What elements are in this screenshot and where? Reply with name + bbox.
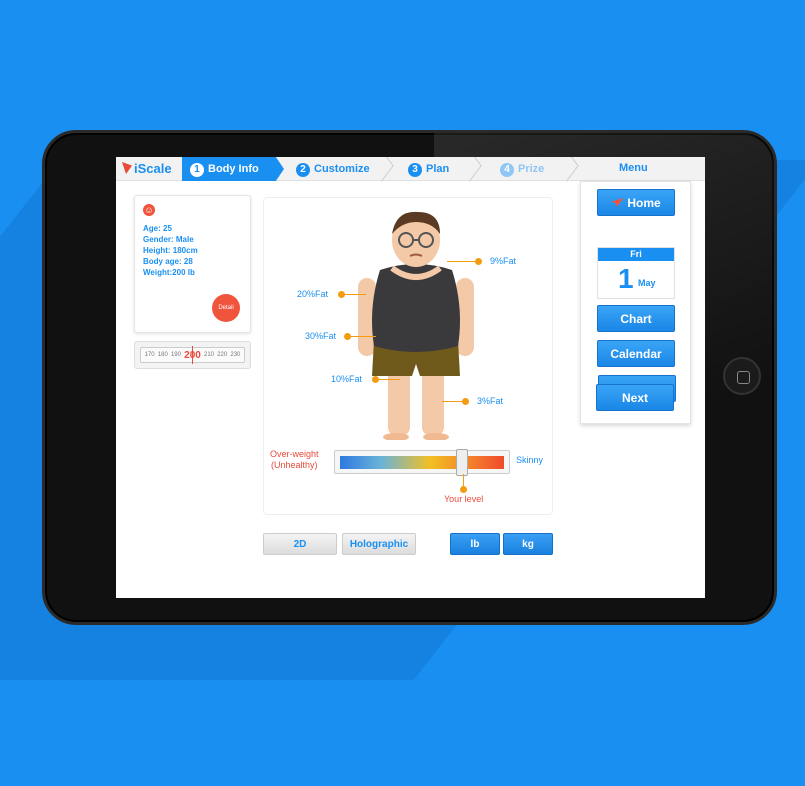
your-level-label: Your level xyxy=(444,494,484,504)
step-label: Customize xyxy=(314,163,370,175)
calendar-button[interactable]: Calendar xyxy=(597,340,675,367)
ruler-tick: 170 xyxy=(144,352,155,358)
step-customize[interactable]: 2 Customize xyxy=(288,157,370,181)
callout-30-fat: 30%Fat xyxy=(305,331,337,341)
view-holographic-button[interactable]: Holographic xyxy=(342,533,416,555)
step-label: Plan xyxy=(426,163,450,175)
callout-dot xyxy=(475,258,482,265)
step-number: 2 xyxy=(296,163,310,177)
skinny-label: Skinny xyxy=(516,455,544,465)
weight-ruler[interactable]: 170 180 190 200 210 220 230 xyxy=(134,341,251,369)
callout-line xyxy=(378,379,400,380)
smiley-icon: ☺ xyxy=(143,204,155,216)
step-separator xyxy=(559,157,579,182)
unit-kg-button[interactable]: kg xyxy=(503,533,553,555)
calendar-weekday: Fri xyxy=(598,248,674,261)
home-button[interactable]: Home xyxy=(597,189,675,216)
step-label: Body Info xyxy=(208,163,259,175)
ruler-tick: 230 xyxy=(230,352,241,358)
profile-body-age: Body age: 28 xyxy=(143,257,193,266)
callout-line xyxy=(442,401,464,402)
level-pointer-dot xyxy=(460,486,467,493)
tablet-home-button[interactable] xyxy=(723,357,761,395)
step-plan[interactable]: 3 Plan xyxy=(400,157,449,181)
calendar-day: 1 xyxy=(618,263,634,294)
callout-dot xyxy=(462,398,469,405)
step-separator xyxy=(462,157,482,182)
ruler-indicator xyxy=(192,346,193,364)
next-button[interactable]: Next xyxy=(596,384,674,411)
overweight-label-line1: Over-weight xyxy=(270,449,319,459)
detail-button[interactable]: Detail xyxy=(212,294,240,322)
app-logo[interactable]: iScale xyxy=(122,161,172,176)
calendar-widget[interactable]: Fri 1 May xyxy=(597,247,675,299)
home-label: Home xyxy=(627,196,661,210)
callout-10-fat: 10%Fat xyxy=(331,374,363,384)
view-2d-button[interactable]: 2D xyxy=(263,533,337,555)
step-number: 1 xyxy=(190,163,204,177)
unit-lb-button[interactable]: lb xyxy=(450,533,500,555)
profile-age: Age: 25 xyxy=(143,224,172,233)
callout-3-fat: 3%Fat xyxy=(477,396,504,406)
callout-line xyxy=(447,261,477,262)
ruler-tick: 190 xyxy=(170,352,181,358)
logo-text: iScale xyxy=(134,161,172,176)
ruler-tick: 210 xyxy=(204,352,215,358)
chart-button[interactable]: Chart xyxy=(597,305,675,332)
profile-gender: Gender: Male xyxy=(143,235,194,244)
step-prize[interactable]: 4 Prize xyxy=(492,157,544,181)
callout-line xyxy=(344,294,366,295)
ruler-tick: 180 xyxy=(157,352,168,358)
profile-height: Height: 180cm xyxy=(143,246,198,255)
callout-line xyxy=(350,336,376,337)
ruler-tick: 220 xyxy=(217,352,228,358)
callout-9-fat: 9%Fat xyxy=(490,256,517,266)
step-number: 3 xyxy=(408,163,422,177)
body-scale-slider[interactable] xyxy=(334,449,510,476)
profile-card: ☺ Age: 25 Gender: Male Height: 180cm Bod… xyxy=(134,195,251,333)
menu-title[interactable]: Menu xyxy=(619,162,648,174)
logo-mark-icon xyxy=(122,162,132,174)
top-nav: iScale 1 Body Info 2 Customize 3 Plan 4 Priz… xyxy=(116,157,705,182)
overweight-label: Over-weight (Unhealthy) xyxy=(270,449,319,471)
step-number: 4 xyxy=(500,163,514,177)
body-panel: 9%Fat 20%Fat 30%Fat 10%Fat 3%Fat Over-we… xyxy=(263,197,553,515)
scale-gradient xyxy=(340,456,504,469)
step-body-info[interactable]: 1 Body Info xyxy=(182,157,284,181)
step-separator xyxy=(374,157,394,182)
body-figure xyxy=(358,211,474,440)
profile-info: Age: 25 Gender: Male Height: 180cm Body … xyxy=(143,223,198,278)
calendar-month: May xyxy=(638,278,656,288)
profile-weight: Weight:200 lb xyxy=(143,268,195,277)
overweight-label-line2: (Unhealthy) xyxy=(270,460,318,470)
callout-20-fat: 20%Fat xyxy=(297,289,329,299)
step-label: Prize xyxy=(518,163,545,175)
app-screen: iScale 1 Body Info 2 Customize 3 Plan 4 Priz… xyxy=(116,157,705,598)
slider-handle[interactable] xyxy=(456,449,468,476)
paper-plane-icon xyxy=(611,198,624,207)
